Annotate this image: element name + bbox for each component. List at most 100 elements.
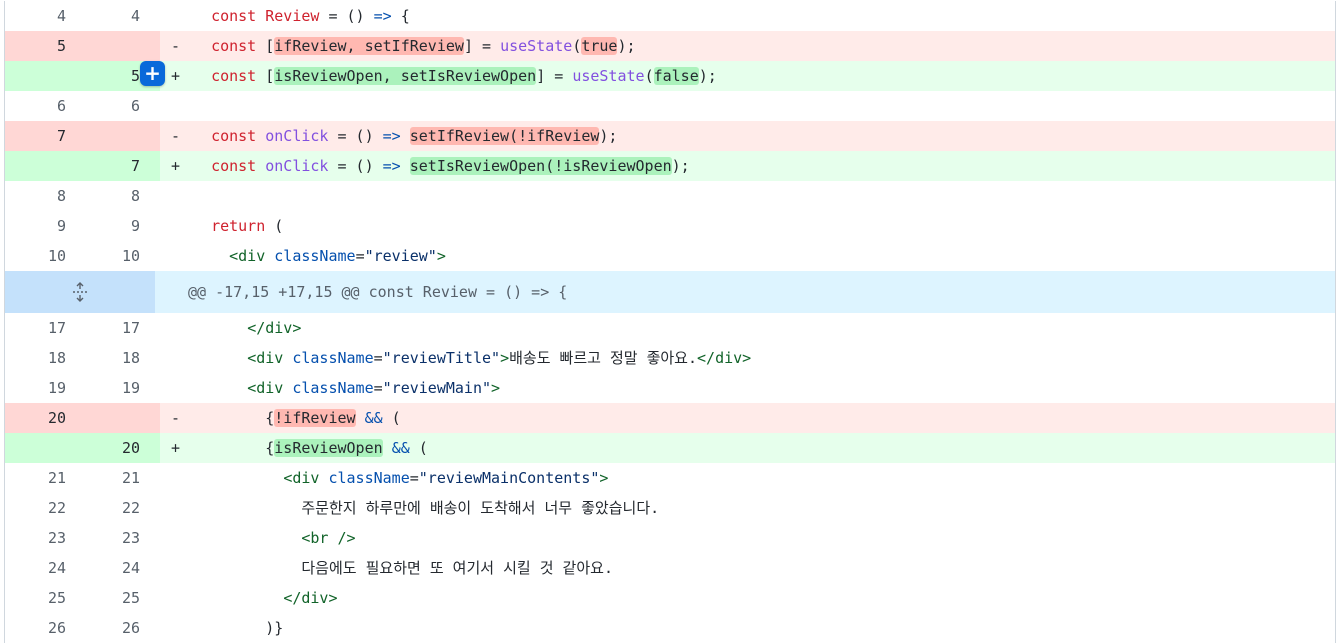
new-line-number[interactable]: 18 <box>66 343 140 373</box>
code-token: false <box>653 67 699 85</box>
new-line-number[interactable] <box>66 31 140 61</box>
old-line-number[interactable]: 8 <box>5 181 66 211</box>
code-token: ] = <box>463 37 501 55</box>
code-token: ); <box>599 127 618 145</box>
diff-row-ctx: 18 18 <div className="reviewTitle">배송도 빠르… <box>5 343 1335 373</box>
new-line-number[interactable] <box>66 403 140 433</box>
new-line-number[interactable]: 20 <box>66 433 140 463</box>
code-token: onClick <box>265 127 329 145</box>
old-line-number[interactable]: 24 <box>5 553 66 583</box>
new-line-number[interactable]: 5 <box>66 61 140 91</box>
new-line-number[interactable]: 21 <box>66 463 140 493</box>
code-line: const onClick = () => setIfReview(!ifRev… <box>193 121 1335 151</box>
old-line-number[interactable]: 23 <box>5 523 66 553</box>
code-token: const <box>211 67 266 85</box>
diff-view: 44 const Review = () => {5- const [ifRev… <box>4 1 1336 643</box>
code-token: && <box>391 439 410 457</box>
new-line-number[interactable]: 10 <box>66 241 140 271</box>
old-line-number[interactable]: 5 <box>5 31 66 61</box>
old-line-number[interactable]: 17 <box>5 313 66 343</box>
expand-lines-button[interactable] <box>5 271 155 313</box>
old-line-number[interactable]: 19 <box>5 373 66 403</box>
diff-row-ctx: 66 <box>5 91 1335 121</box>
diff-row-ctx: 10 10 <div className="review"> <box>5 241 1335 271</box>
new-line-number[interactable]: 25 <box>66 583 140 613</box>
code-token: ); <box>617 37 636 55</box>
code-token: const <box>211 7 266 25</box>
old-line-number[interactable]: 6 <box>5 91 66 121</box>
diff-row-ctx: 25 25 </div> <box>5 583 1335 613</box>
code-line: <div className="reviewTitle">배송도 빠르고 정말 … <box>193 343 1335 373</box>
old-line-number[interactable]: 21 <box>5 463 66 493</box>
diff-row-del: 5 - const [ifReview, setIfReview] = useSt… <box>5 31 1335 61</box>
diff-marker <box>160 613 193 643</box>
code-line: )} <box>193 613 1335 643</box>
code-token: { <box>265 439 275 457</box>
old-line-number[interactable]: 10 <box>5 241 66 271</box>
old-line-number[interactable]: 4 <box>5 1 66 31</box>
new-line-number[interactable]: 8 <box>66 181 140 211</box>
code-token: [ <box>265 67 275 85</box>
code-token: className <box>274 247 356 265</box>
new-line-number[interactable]: 24 <box>66 553 140 583</box>
diff-row-ctx: 24 24 다음에도 필요하면 또 여기서 시킬 것 같아요. <box>5 553 1335 583</box>
code-token: > <box>436 247 446 265</box>
code-token: { <box>391 7 410 25</box>
old-line-number[interactable]: 25 <box>5 583 66 613</box>
new-line-number[interactable]: 26 <box>66 613 140 643</box>
old-line-number[interactable]: 22 <box>5 493 66 523</box>
new-line-number[interactable]: 9 <box>66 211 140 241</box>
code-token: className <box>292 379 374 397</box>
old-line-number[interactable]: 7 <box>5 121 66 151</box>
old-line-number[interactable] <box>5 151 66 181</box>
code-token: const <box>211 127 266 145</box>
gutter <box>140 553 160 583</box>
new-line-number[interactable]: 17 <box>66 313 140 343</box>
new-line-number[interactable] <box>66 121 140 151</box>
code-line: {isReviewOpen && ( <box>193 433 1335 463</box>
old-line-number[interactable]: 26 <box>5 613 66 643</box>
diff-marker <box>160 373 193 403</box>
diff-marker <box>160 463 193 493</box>
old-line-number[interactable]: 9 <box>5 211 66 241</box>
new-line-number[interactable]: 4 <box>66 1 140 31</box>
diff-row-add: 5 + const [isReviewOpen, setIsReviewOpen]… <box>5 61 1335 91</box>
gutter <box>140 1 160 31</box>
diff-marker: - <box>171 409 181 427</box>
diff-marker <box>160 211 193 241</box>
code-token: "reviewTitle" <box>382 349 501 367</box>
expand-icon <box>73 282 87 302</box>
new-line-number[interactable]: 7 <box>66 151 140 181</box>
code-token: useState <box>500 37 573 55</box>
code-token: isReviewOpen <box>274 439 383 457</box>
diff-row-add: 20 + {isReviewOpen && ( <box>5 433 1335 463</box>
code-token: = () <box>319 7 374 25</box>
code-line: </div> <box>193 583 1335 613</box>
old-line-number[interactable]: 20 <box>5 403 66 433</box>
old-line-number[interactable] <box>5 433 66 463</box>
code-line: return ( <box>193 211 1335 241</box>
code-token: ( <box>409 439 428 457</box>
code-token: > <box>491 379 501 397</box>
new-line-number[interactable]: 19 <box>66 373 140 403</box>
new-line-number[interactable]: 6 <box>66 91 140 121</box>
old-line-number[interactable]: 18 <box>5 343 66 373</box>
gutter <box>140 343 160 373</box>
old-line-number[interactable] <box>5 61 66 91</box>
diff-marker <box>160 343 193 373</box>
diff-marker <box>160 313 193 343</box>
diff-row-ctx: 19 19 <div className="reviewMain"> <box>5 373 1335 403</box>
diff-row-ctx: 88 <box>5 181 1335 211</box>
add-comment-button[interactable]: + <box>140 61 165 86</box>
new-line-number[interactable]: 23 <box>66 523 140 553</box>
code-token: ); <box>671 157 690 175</box>
code-token: => <box>382 157 401 175</box>
gutter <box>140 211 160 241</box>
new-line-number[interactable]: 22 <box>66 493 140 523</box>
code-line: <div className="reviewMain"> <box>193 373 1335 403</box>
code-token: { <box>265 409 275 427</box>
